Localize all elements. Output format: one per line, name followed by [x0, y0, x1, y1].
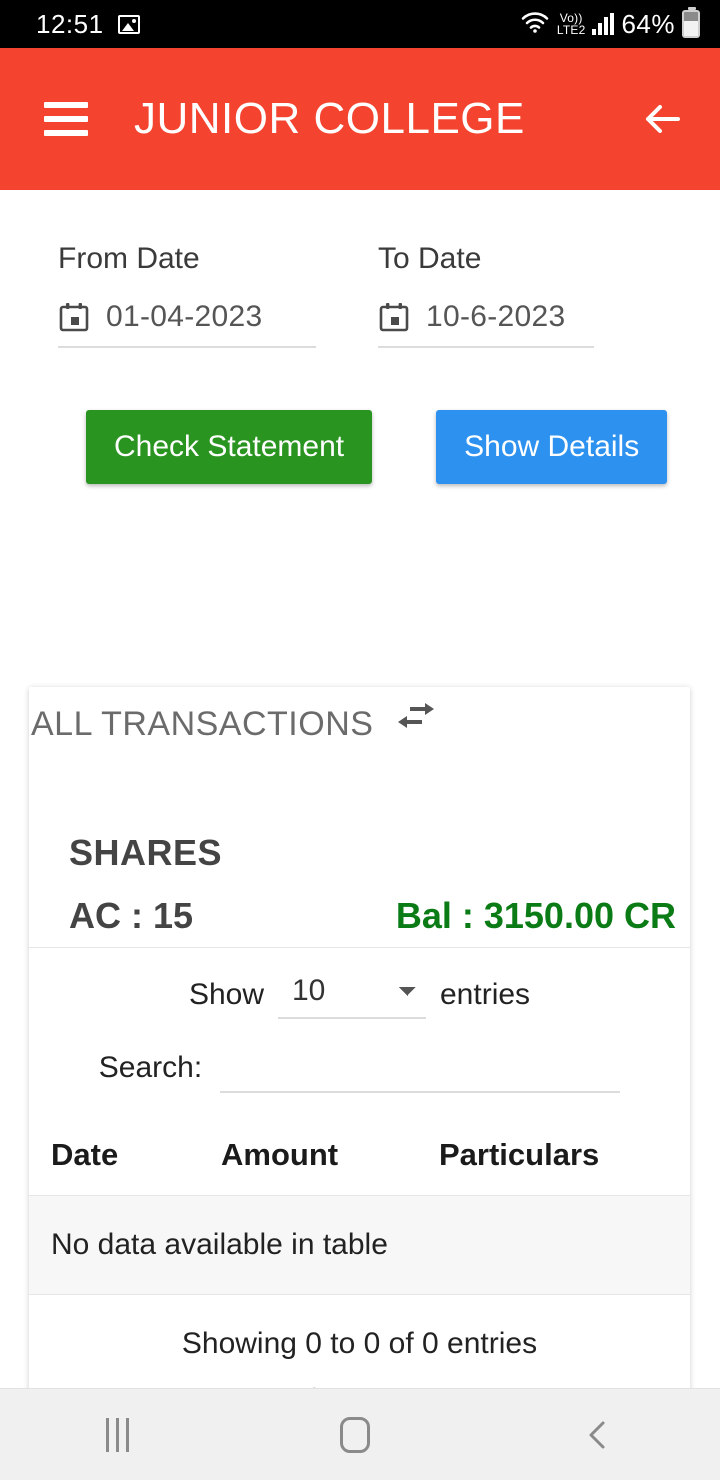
to-date-input[interactable]: 10-6-2023	[378, 300, 594, 348]
next-page-button[interactable]: Next	[408, 1383, 470, 1388]
status-bar: 12:51 Vo)) LTE2 64%	[0, 0, 720, 48]
wifi-icon	[520, 10, 550, 39]
show-label: Show	[188, 977, 264, 1011]
status-bar-left: 12:51	[36, 9, 140, 40]
column-header-date[interactable]: Date	[29, 1127, 221, 1196]
empty-table-message: No data available in table	[29, 1195, 690, 1295]
volte-icon: Vo)) LTE2	[557, 12, 586, 36]
phone-screen: 12:51 Vo)) LTE2 64% JUNIOR COLLEGE From …	[0, 0, 720, 1480]
from-date-input[interactable]: 01-04-2023	[58, 300, 316, 348]
table-row: No data available in table	[29, 1195, 690, 1295]
search-input[interactable]	[220, 1045, 621, 1093]
image-icon	[117, 14, 140, 34]
transactions-table: Date Amount Particulars No data availabl…	[29, 1127, 690, 1295]
calendar-icon[interactable]	[378, 301, 410, 333]
page-length-row: Show 10 entries	[29, 948, 690, 1019]
home-icon[interactable]	[339, 1416, 370, 1453]
entries-label: entries	[440, 977, 531, 1011]
search-row: Search:	[29, 1019, 690, 1093]
to-date-label: To Date	[378, 242, 482, 275]
datatable-footer: Showing 0 to 0 of 0 entries Previous Nex…	[29, 1295, 690, 1388]
to-date-field: To Date 10-6-2023	[378, 242, 678, 348]
page-length-select[interactable]: 10	[278, 970, 426, 1019]
battery-percent-label: 64%	[621, 8, 675, 39]
table-info-label: Showing 0 to 0 of 0 entries	[181, 1327, 538, 1360]
from-date-field: From Date 01-04-2023	[58, 242, 378, 348]
account-number: AC : 15	[69, 895, 194, 936]
column-header-particulars[interactable]: Particulars	[439, 1127, 690, 1196]
check-statement-button[interactable]: Check Statement	[86, 410, 373, 484]
show-details-button[interactable]: Show Details	[436, 410, 668, 484]
page-title: JUNIOR COLLEGE	[134, 94, 525, 143]
from-date-label: From Date	[58, 242, 200, 275]
recents-icon[interactable]	[105, 1417, 129, 1452]
account-summary-row: AC : 15 Bal : 3150.00 CR	[69, 895, 676, 937]
card-header: ALL TRANSACTIONS SHARES AC : 15 Bal : 31…	[29, 687, 690, 947]
back-arrow-icon[interactable]	[638, 95, 686, 143]
account-name: SHARES	[69, 832, 223, 873]
hamburger-menu-icon[interactable]	[44, 102, 88, 136]
card-title: ALL TRANSACTIONS	[31, 705, 374, 743]
table-header-row: Date Amount Particulars	[29, 1127, 690, 1196]
to-date-value: 10-6-2023	[426, 300, 566, 333]
table-body: No data available in table	[29, 1195, 690, 1295]
system-navigation-bar	[0, 1388, 720, 1480]
previous-page-button[interactable]: Previous	[249, 1383, 366, 1388]
transactions-card: ALL TRANSACTIONS SHARES AC : 15 Bal : 31…	[29, 687, 690, 1388]
search-label: Search:	[98, 1051, 203, 1084]
action-button-row: Check Statement Show Details	[0, 348, 720, 484]
swap-horizontal-icon[interactable]	[394, 700, 440, 734]
status-bar-right: Vo)) LTE2 64%	[520, 7, 700, 40]
nav-back-icon[interactable]	[581, 1418, 615, 1452]
main-content: From Date 01-04-2023 To Date 10-6-2023 C…	[0, 190, 720, 1388]
volte-bottom-label: LTE2	[556, 23, 586, 37]
pagination: Previous Next	[29, 1383, 690, 1388]
battery-icon	[682, 7, 700, 38]
from-date-value: 01-04-2023	[106, 300, 263, 333]
status-clock: 12:51	[36, 8, 104, 39]
app-bar: JUNIOR COLLEGE	[0, 48, 720, 190]
date-filter-row: From Date 01-04-2023 To Date 10-6-2023	[0, 190, 720, 348]
calendar-icon[interactable]	[58, 301, 90, 333]
table-head: Date Amount Particulars	[29, 1127, 690, 1196]
datatable-controls: Show 10 entries Search:	[29, 948, 690, 1093]
column-header-amount[interactable]: Amount	[221, 1127, 439, 1196]
account-balance: Bal : 3150.00 CR	[395, 895, 676, 936]
signal-bars-icon	[592, 13, 615, 35]
